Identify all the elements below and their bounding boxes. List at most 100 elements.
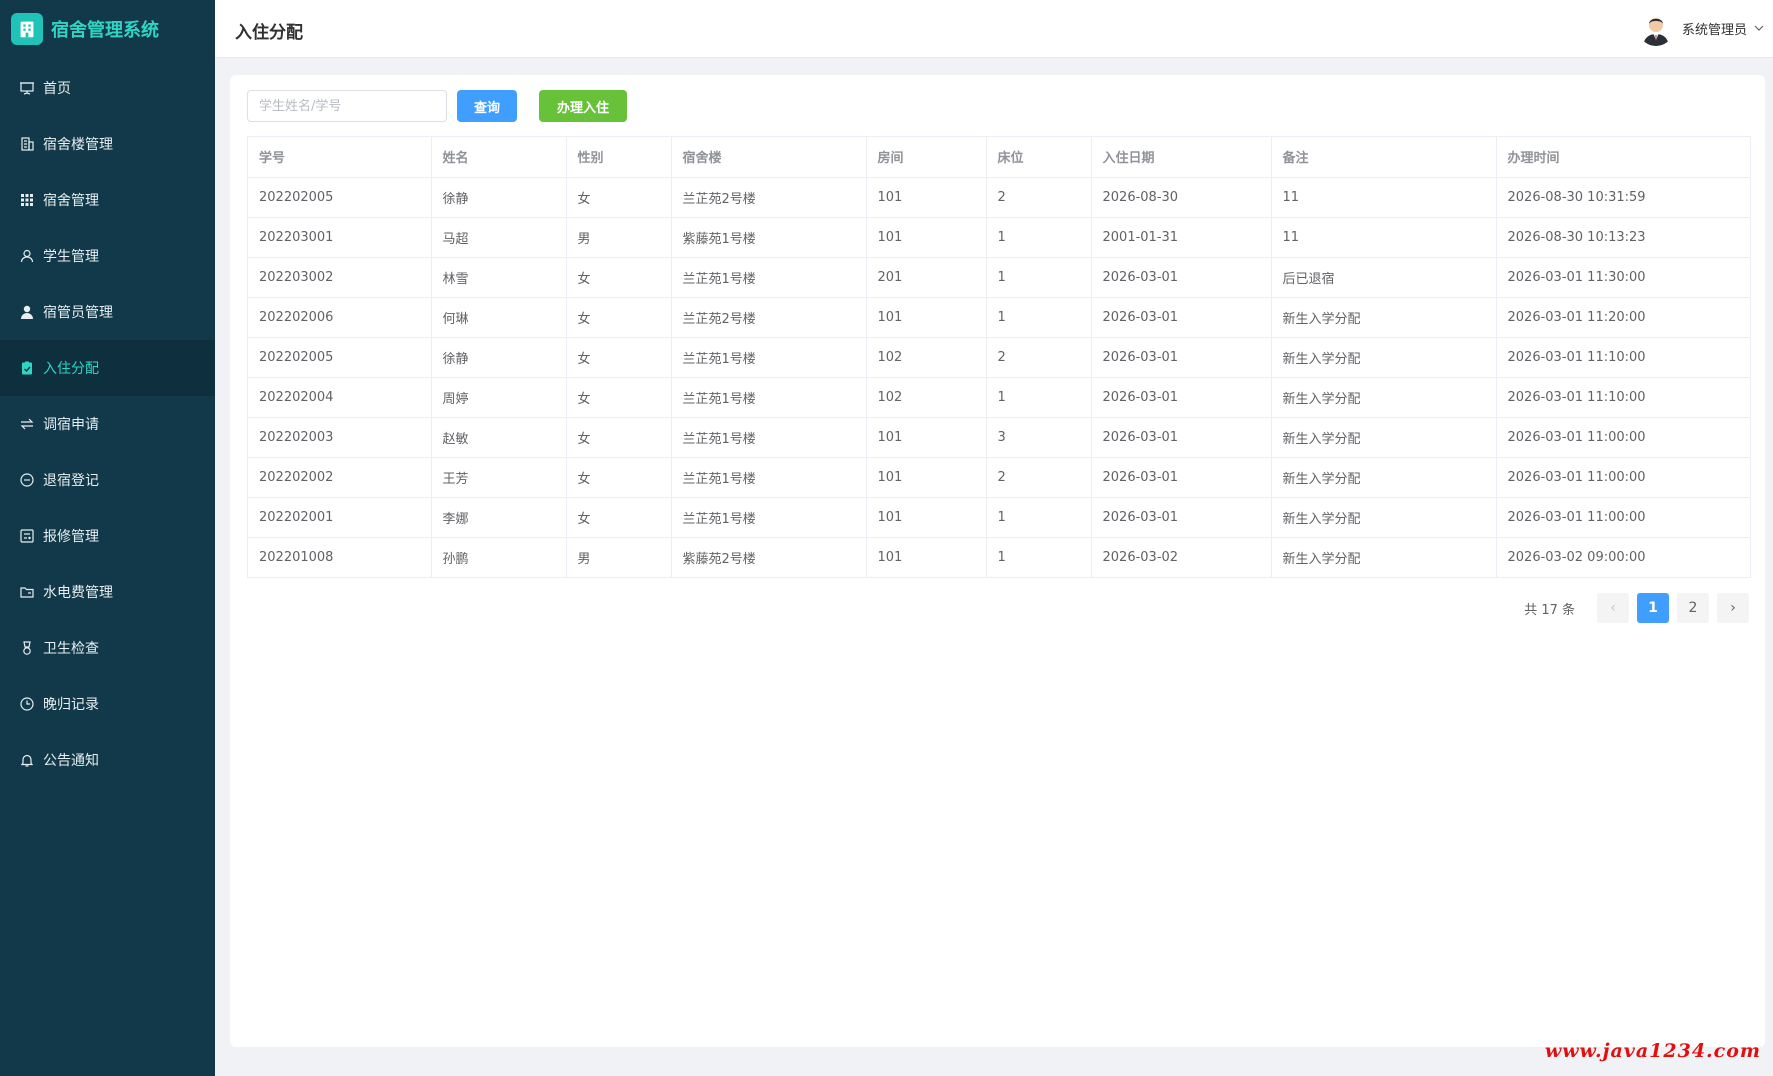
table-cell: 2026-03-01 11:00:00 bbox=[1496, 457, 1750, 498]
table-cell: 2026-08-30 10:31:59 bbox=[1496, 177, 1750, 218]
sidebar-item-8[interactable]: 报修管理 bbox=[0, 508, 215, 564]
table-cell: 男 bbox=[566, 537, 672, 577]
next-page-button[interactable]: › bbox=[1717, 593, 1749, 623]
table-cell: 1 bbox=[986, 497, 1092, 538]
tools-icon bbox=[19, 528, 35, 544]
sidebar-item-3[interactable]: 学生管理 bbox=[0, 228, 215, 284]
table-cell: 1 bbox=[986, 297, 1092, 338]
table-row[interactable]: 202201008 孙鹏男紫藤苑2号楼 101 1 2026-03-02 新生入学分配 20… bbox=[248, 537, 1750, 577]
page-button-1[interactable]: 1 bbox=[1637, 593, 1669, 623]
chevron-down-icon[interactable] bbox=[1753, 22, 1765, 34]
sidebar-item-4[interactable]: 宿管员管理 bbox=[0, 284, 215, 340]
table-cell: 2026-03-01 bbox=[1091, 457, 1272, 498]
user-icon bbox=[19, 248, 35, 264]
sidebar-item-9[interactable]: 水电费管理 bbox=[0, 564, 215, 620]
table-cell: 2026-03-01 bbox=[1091, 297, 1272, 338]
sidebar-item-11[interactable]: 晚归记录 bbox=[0, 676, 215, 732]
sidebar-item-2[interactable]: 宿舍管理 bbox=[0, 172, 215, 228]
table-cell: 兰芷苑2号楼 bbox=[671, 177, 867, 218]
table-cell: 201 bbox=[866, 257, 987, 298]
column-header[interactable]: 备注 bbox=[1271, 137, 1497, 178]
sidebar-item-7[interactable]: 退宿登记 bbox=[0, 452, 215, 508]
table-cell: 新生入学分配 bbox=[1271, 497, 1497, 538]
column-header[interactable]: 入住日期 bbox=[1091, 137, 1272, 178]
clipboard-check-icon bbox=[19, 360, 35, 376]
sidebar-item-label: 入住分配 bbox=[43, 361, 99, 377]
sidebar-item-10[interactable]: 卫生检查 bbox=[0, 620, 215, 676]
table-cell: 11 bbox=[1271, 177, 1497, 218]
brand[interactable]: 宿舍管理系统 bbox=[0, 0, 215, 58]
table-cell: 2026-08-30 10:13:23 bbox=[1496, 217, 1750, 258]
table-cell: 2 bbox=[986, 177, 1092, 218]
sidebar-item-0[interactable]: 首页 bbox=[0, 60, 215, 116]
table-cell: 2026-03-01 bbox=[1091, 497, 1272, 538]
table-cell: 新生入学分配 bbox=[1271, 377, 1497, 418]
table-row[interactable]: 202202004 周婷女兰芷苑1号楼 102 1 2026-03-01 新生入学分配 20… bbox=[248, 377, 1750, 418]
page-button-2[interactable]: 2 bbox=[1677, 593, 1709, 623]
sidebar-item-label: 首页 bbox=[43, 81, 71, 97]
sidebar-item-label: 宿舍楼管理 bbox=[43, 137, 113, 153]
search-input[interactable] bbox=[247, 90, 447, 122]
checkin-table: 学号 姓名 性别 宿舍楼 房间 床位 入住日期 备注 办理时间 202202005 徐静女兰芷苑2… bbox=[247, 136, 1751, 578]
table-cell: 101 bbox=[866, 537, 987, 577]
column-header[interactable]: 学号 bbox=[248, 137, 432, 178]
top-header: 入住分配 系统管理员 bbox=[215, 0, 1773, 58]
table-row[interactable]: 202202006 何琳女兰芷苑2号楼 101 1 2026-03-01 新生入学分配 20… bbox=[248, 297, 1750, 338]
table-row[interactable]: 202202005 徐静女兰芷苑1号楼 102 2 2026-03-01 新生入学分配 20… bbox=[248, 337, 1750, 378]
table-cell: 101 bbox=[866, 417, 987, 458]
table-row[interactable]: 202202005 徐静女兰芷苑2号楼 101 2 2026-08-30 11 2026-0… bbox=[248, 177, 1750, 218]
table-row[interactable]: 202202001 李娜女兰芷苑1号楼 101 1 2026-03-01 新生入学分配 20… bbox=[248, 497, 1750, 538]
table-cell: 2026-03-01 11:20:00 bbox=[1496, 297, 1750, 338]
column-header[interactable]: 性别 bbox=[566, 137, 672, 178]
sidebar-item-label: 卫生检查 bbox=[43, 641, 99, 657]
column-header[interactable]: 房间 bbox=[866, 137, 987, 178]
table-cell: 2026-08-30 bbox=[1091, 177, 1272, 218]
table-cell: 101 bbox=[866, 497, 987, 538]
table-cell: 李娜 bbox=[431, 497, 567, 538]
grid-icon bbox=[19, 192, 35, 208]
column-header[interactable]: 姓名 bbox=[431, 137, 567, 178]
table-cell: 新生入学分配 bbox=[1271, 337, 1497, 378]
table-cell: 兰芷苑1号楼 bbox=[671, 417, 867, 458]
sidebar-item-5[interactable]: 入住分配 bbox=[0, 340, 215, 396]
column-header[interactable]: 宿舍楼 bbox=[671, 137, 867, 178]
table-row[interactable]: 202203002 林雪女兰芷苑1号楼 201 1 2026-03-01 后已退宿 2026… bbox=[248, 257, 1750, 298]
user-menu[interactable]: 系统管理员 bbox=[1637, 10, 1765, 46]
sidebar-item-12[interactable]: 公告通知 bbox=[0, 732, 215, 788]
column-header[interactable]: 办理时间 bbox=[1496, 137, 1750, 178]
table-cell: 女 bbox=[566, 377, 672, 418]
table-cell: 101 bbox=[866, 217, 987, 258]
checkin-button[interactable]: 办理入住 bbox=[539, 90, 627, 122]
table-row[interactable]: 202203001 马超男紫藤苑1号楼 101 1 2001-01-31 11 2026-0… bbox=[248, 217, 1750, 258]
avatar[interactable] bbox=[1637, 10, 1674, 46]
sidebar-item-label: 水电费管理 bbox=[43, 585, 113, 601]
sidebar-menu: 首页宿舍楼管理宿舍管理 学生管理 宿管员管理入住分配调宿申请 退宿登记 报修管理水电费管… bbox=[0, 60, 215, 788]
table-cell: 新生入学分配 bbox=[1271, 457, 1497, 498]
main-card: 查询 办理入住 学号姓名性别宿舍楼房间床位入住日期备注办理时间 20220200… bbox=[230, 75, 1765, 1047]
medal-icon bbox=[19, 640, 35, 656]
table-cell: 兰芷苑1号楼 bbox=[671, 337, 867, 378]
presentation-icon bbox=[19, 80, 35, 96]
column-header[interactable]: 床位 bbox=[986, 137, 1092, 178]
table-cell: 新生入学分配 bbox=[1271, 417, 1497, 458]
table-cell: 女 bbox=[566, 457, 672, 498]
table-cell: 女 bbox=[566, 177, 672, 218]
table-cell: 马超 bbox=[431, 217, 567, 258]
table-cell: 赵敏 bbox=[431, 417, 567, 458]
table-cell: 兰芷苑1号楼 bbox=[671, 457, 867, 498]
sidebar-item-6[interactable]: 调宿申请 bbox=[0, 396, 215, 452]
table-cell: 202202003 bbox=[248, 417, 432, 458]
prev-page-button[interactable]: ‹ bbox=[1597, 593, 1629, 623]
table-cell: 202203002 bbox=[248, 257, 432, 298]
table-cell: 男 bbox=[566, 217, 672, 258]
table-cell: 徐静 bbox=[431, 177, 567, 218]
query-button[interactable]: 查询 bbox=[457, 90, 517, 122]
table-cell: 2026-03-01 11:10:00 bbox=[1496, 337, 1750, 378]
sidebar-item-label: 公告通知 bbox=[43, 753, 99, 769]
table-row[interactable]: 202202003 赵敏女兰芷苑1号楼 101 3 2026-03-01 新生入学分配 20… bbox=[248, 417, 1750, 458]
table-cell: 2001-01-31 bbox=[1091, 217, 1272, 258]
building-icon bbox=[19, 136, 35, 152]
table-row[interactable]: 202202002 王芳女兰芷苑1号楼 101 2 2026-03-01 新生入学分配 20… bbox=[248, 457, 1750, 498]
sidebar-item-1[interactable]: 宿舍楼管理 bbox=[0, 116, 215, 172]
table-cell: 兰芷苑2号楼 bbox=[671, 297, 867, 338]
